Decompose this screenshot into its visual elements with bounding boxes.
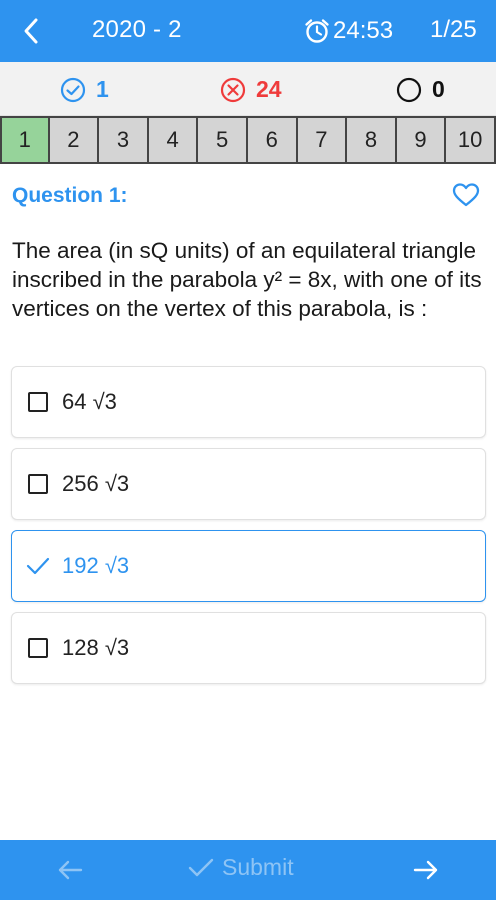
answer-option-text: 192 √3 (62, 553, 130, 578)
empty-circle-icon (396, 77, 422, 102)
correct-count-value: 1 (96, 76, 109, 102)
answer-option[interactable]: 128 √3 (11, 612, 486, 684)
exam-title: 2020 - 2 (92, 16, 182, 43)
answer-option[interactable]: 256 √3 (11, 448, 486, 520)
timer-text: 24:53 (333, 16, 394, 44)
question-navigator: 1 2 3 4 5 6 7 8 9 10 (0, 116, 496, 164)
question-number-button[interactable]: 2 (49, 118, 100, 162)
submit-button[interactable]: Submit (188, 854, 294, 881)
question-text: The area (in sQ units) of an equilateral… (12, 238, 482, 321)
answer-option[interactable]: 64 √3 (11, 366, 486, 438)
checkbox-icon (28, 474, 48, 494)
question-number-button[interactable]: 3 (99, 118, 149, 162)
question-number-button[interactable]: 4 (148, 118, 199, 162)
score-stats: 1 24 0 (0, 62, 496, 116)
question-label: Question 1: (12, 184, 128, 207)
bottom-bar: Submit (0, 840, 496, 900)
question-progress: 1/25 (430, 16, 477, 43)
question-number-button[interactable]: 7 (297, 118, 348, 162)
timer: 24:53 (303, 16, 393, 45)
favorite-button[interactable] (452, 182, 480, 213)
wrong-count-value: 24 (256, 76, 282, 102)
heart-icon (452, 183, 480, 207)
app-bar: 2020 - 2 24:53 1/25 (0, 0, 496, 62)
arrow-right-icon (413, 860, 438, 880)
question-number-button[interactable]: 10 (446, 118, 496, 162)
submit-label: Submit (222, 854, 294, 880)
alarm-clock-icon (305, 19, 329, 43)
answer-option-text: 256 √3 (62, 471, 130, 496)
question-number-button[interactable]: 1 (0, 118, 50, 162)
checkmark-icon (26, 554, 50, 578)
checkbox-icon (28, 392, 48, 412)
skipped-count-value: 0 (432, 76, 445, 102)
answer-option-selected[interactable]: 192 √3 (11, 530, 486, 602)
checkbox-icon (28, 638, 48, 658)
question-number-button[interactable]: 5 (198, 118, 248, 162)
chevron-left-icon (24, 18, 38, 44)
wrong-count: 24 (220, 76, 282, 103)
question-number-button[interactable]: 9 (396, 118, 447, 162)
answer-option-text: 128 √3 (62, 635, 130, 660)
previous-button[interactable] (52, 854, 88, 886)
checkmark-icon (188, 858, 214, 876)
arrow-left-icon (58, 860, 83, 880)
answer-option-text: 64 √3 (62, 389, 117, 414)
question-number-button[interactable]: 6 (247, 118, 298, 162)
back-button[interactable] (14, 14, 48, 48)
skipped-count: 0 (396, 76, 445, 103)
question-number-button[interactable]: 8 (347, 118, 397, 162)
check-circle-icon (60, 77, 86, 102)
x-circle-icon (220, 77, 246, 102)
next-button[interactable] (408, 854, 444, 886)
correct-count: 1 (60, 76, 109, 103)
